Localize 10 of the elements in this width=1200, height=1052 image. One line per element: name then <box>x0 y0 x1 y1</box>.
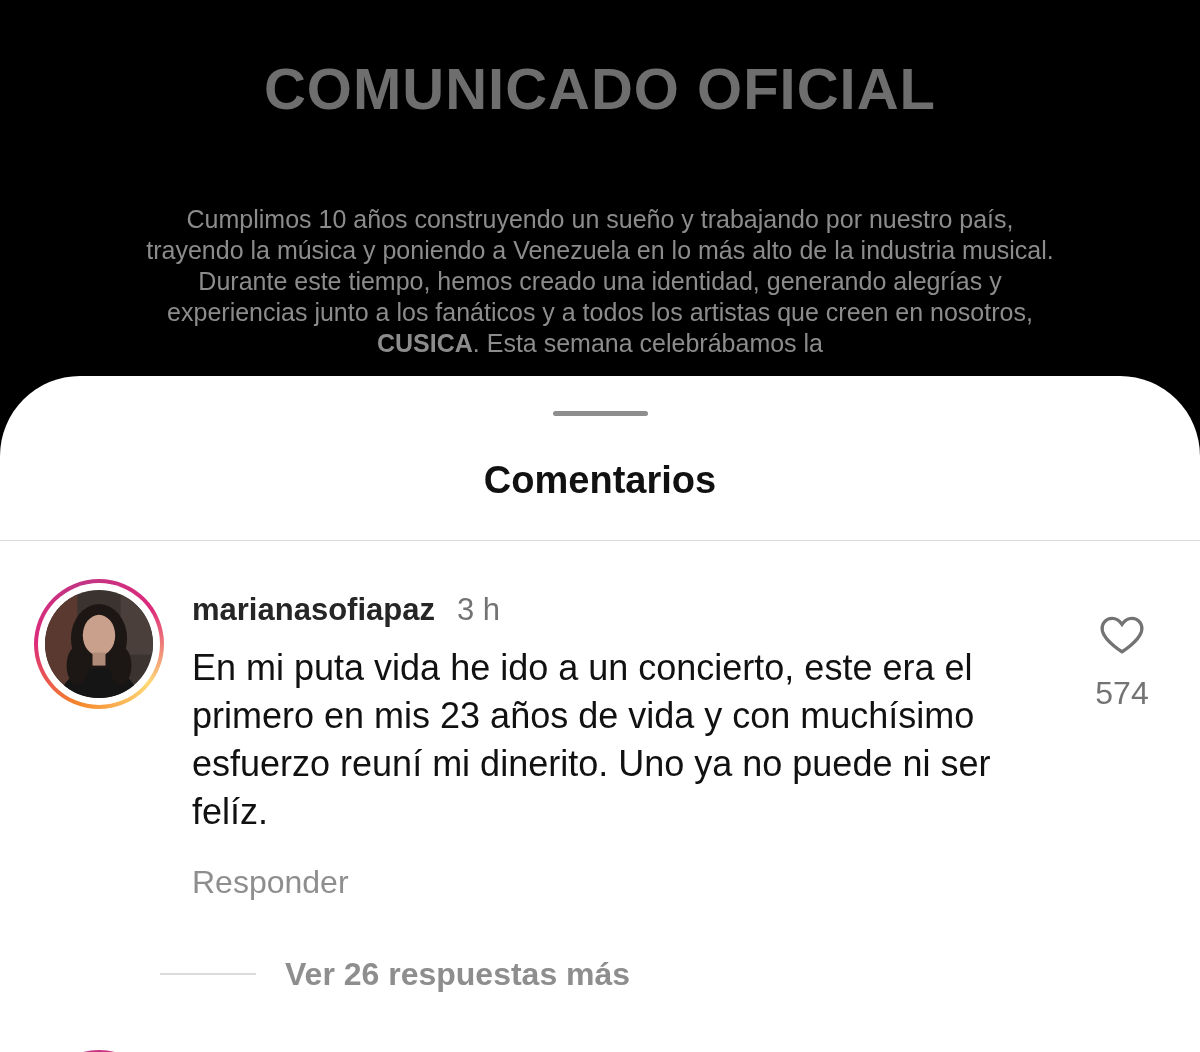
reply-button[interactable]: Responder <box>192 857 349 906</box>
post-title: COMUNICADO OFICIAL <box>263 58 937 120</box>
username[interactable]: marianasofiapaz <box>192 587 435 634</box>
comment-text: En mi puta vida he ido a un concierto, este era el primero en mis 23 años de vida y con muchísimo esfuerzo reuní mi dinerito. Uno ya no puede ni ser felíz. <box>192 645 992 834</box>
drag-handle[interactable] <box>552 411 648 416</box>
sheet-title: Comentarios <box>483 458 717 502</box>
like-count: 574 <box>1095 674 1149 713</box>
comment-time: 3 h <box>456 591 501 629</box>
post-body: Cumplimos 10 años construyendo un sueño y trabajando por nuestro país, trayendo la música y poniendo a Venezuela en lo más alto de la industria musical. Durante este tiempo, hemos creado una identidad, generando alegrías y experiencias junto a los fanáticos y a todos los artistas que creen en nosotros, CUSICA. Esta semana celebrábamos la <box>145 204 1055 359</box>
view-replies-button[interactable]: Ver 26 respuestas más <box>285 949 631 998</box>
